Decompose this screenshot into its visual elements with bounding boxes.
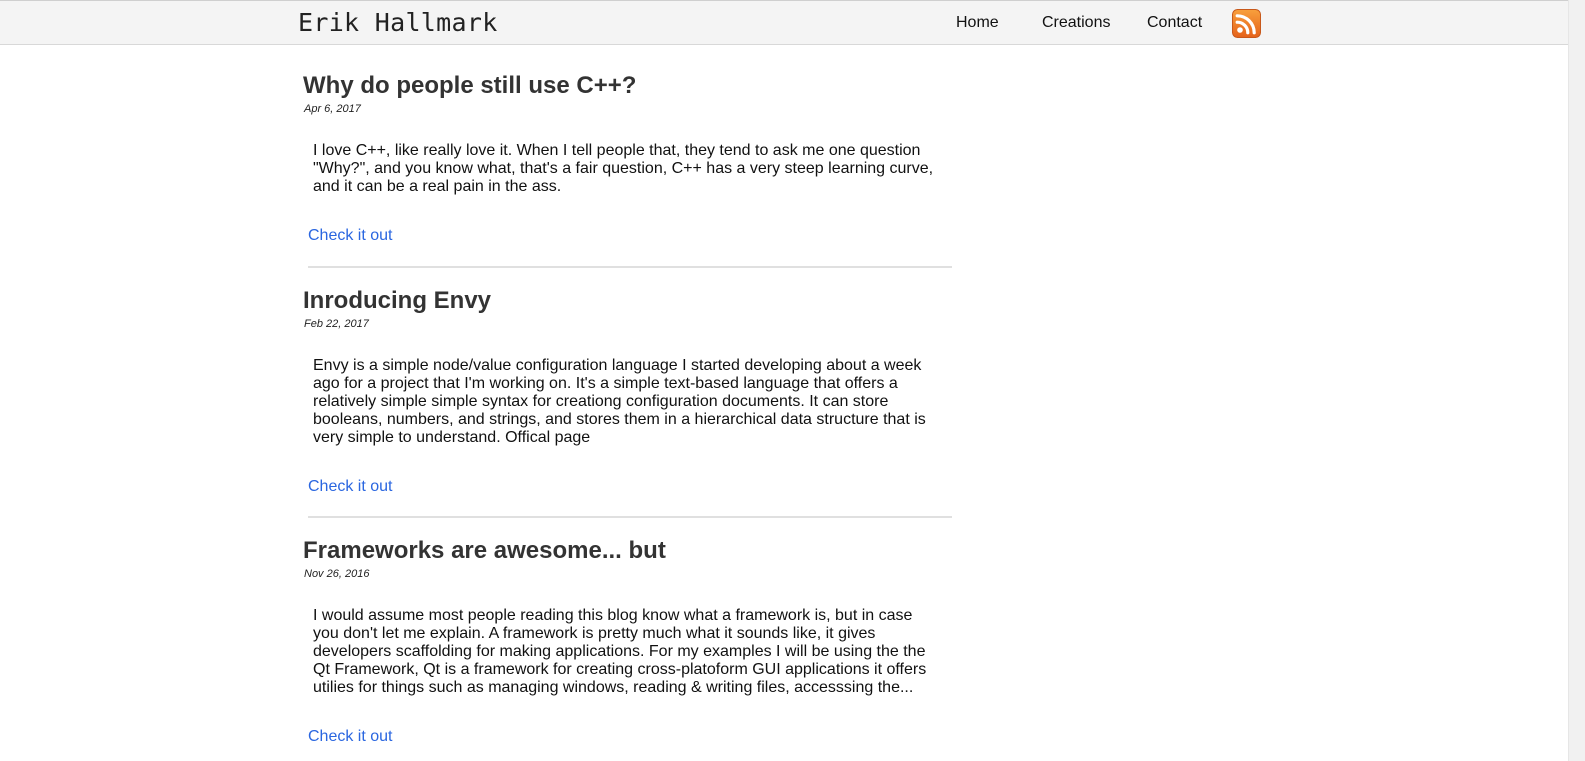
post-divider <box>308 266 952 268</box>
post-date: Apr 6, 2017 <box>304 103 361 115</box>
nav-home-link[interactable]: Home <box>956 14 999 32</box>
post-title[interactable]: Frameworks are awesome... but <box>303 537 953 565</box>
post-excerpt: I would assume most people reading this … <box>313 607 927 696</box>
check-it-out-link[interactable]: Check it out <box>308 227 392 245</box>
check-it-out-link[interactable]: Check it out <box>308 728 392 746</box>
rss-feed-icon[interactable] <box>1232 9 1261 38</box>
check-it-out-link[interactable]: Check it out <box>308 478 392 496</box>
post-item: Frameworks are awesome... but Nov 26, 20… <box>303 537 953 746</box>
site-title[interactable]: Erik Hallmark <box>298 8 498 37</box>
post-item: Why do people still use C++? Apr 6, 2017… <box>303 72 953 245</box>
post-item: Inroducing Envy Feb 22, 2017 Envy is a s… <box>303 287 953 496</box>
nav-creations-link[interactable]: Creations <box>1042 14 1110 32</box>
post-divider <box>308 516 952 518</box>
post-title[interactable]: Inroducing Envy <box>303 287 953 315</box>
post-excerpt: I love C++, like really love it. When I … <box>313 142 934 195</box>
vertical-scrollbar[interactable] <box>1568 0 1585 761</box>
post-date: Nov 26, 2016 <box>304 568 370 580</box>
post-title[interactable]: Why do people still use C++? <box>303 72 953 100</box>
post-date: Feb 22, 2017 <box>304 318 369 330</box>
nav-contact-link[interactable]: Contact <box>1147 14 1202 32</box>
post-excerpt: Envy is a simple node/value configuratio… <box>313 357 926 446</box>
top-navigation-bar: Erik Hallmark Home Creations Contact <box>0 0 1568 45</box>
